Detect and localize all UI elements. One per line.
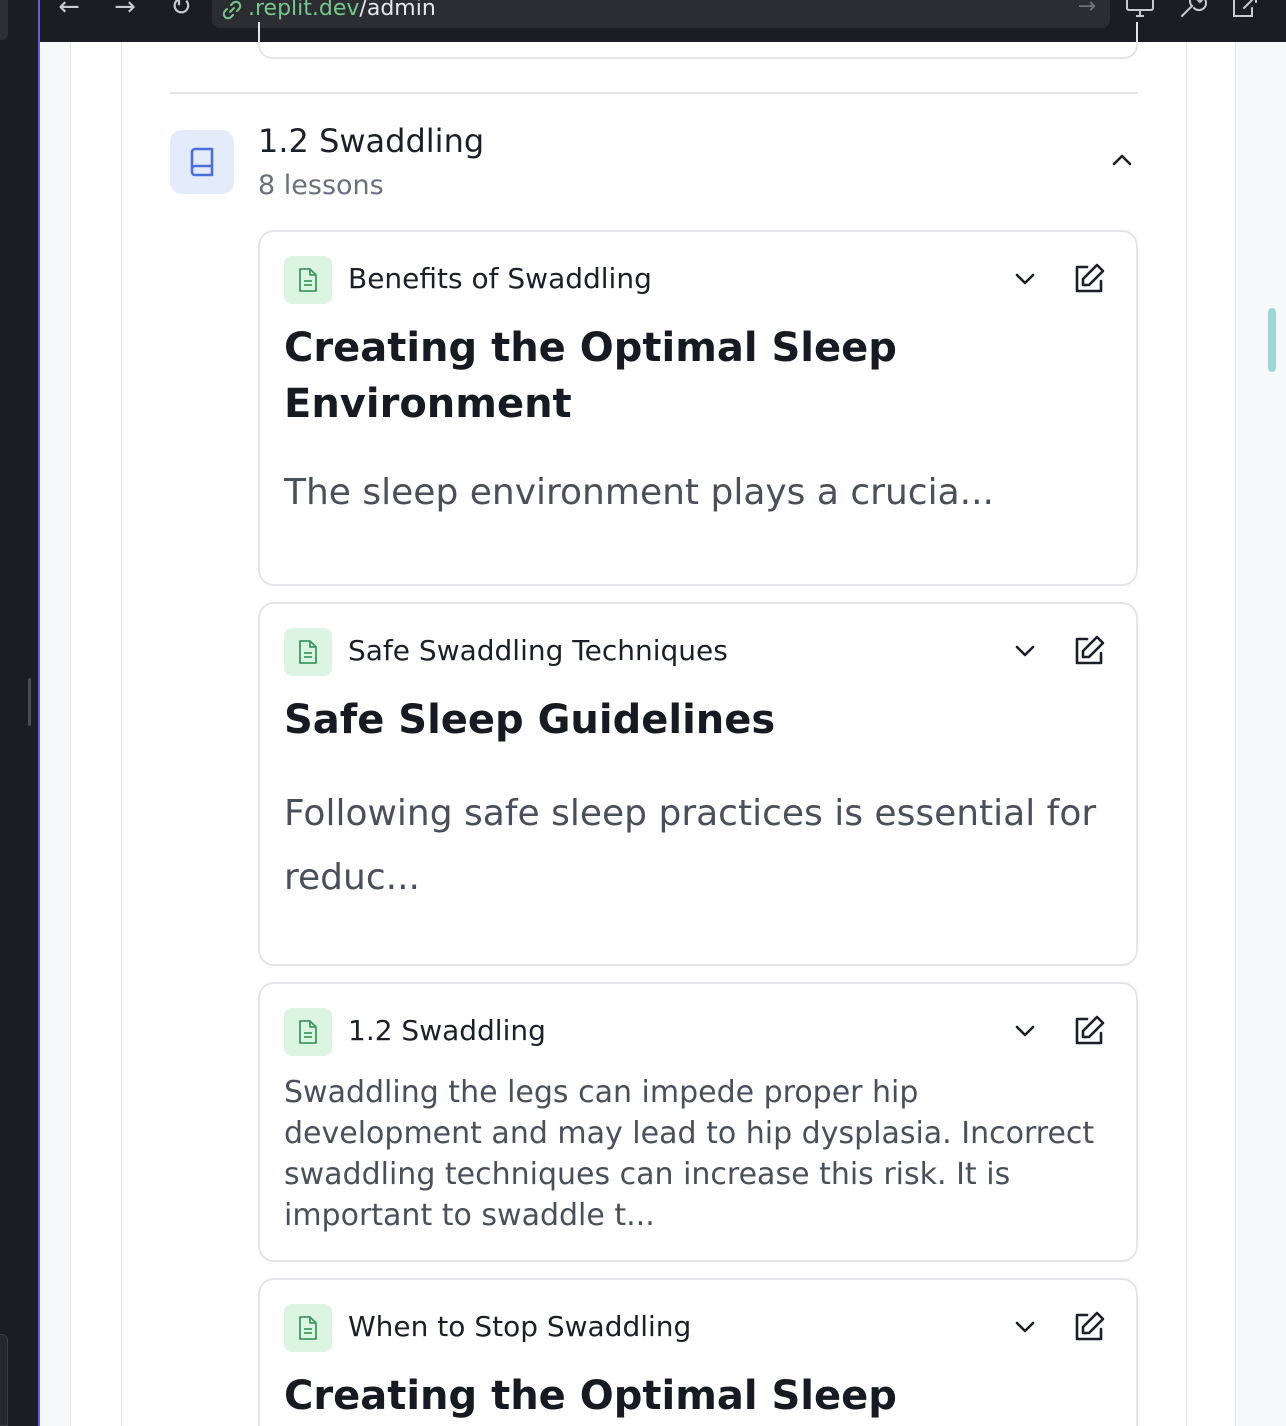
- document-icon: [299, 268, 317, 292]
- chevron-up-icon[interactable]: [1106, 148, 1138, 172]
- chevron-down-icon[interactable]: [1012, 1020, 1038, 1042]
- lesson-heading: Creating the Optimal Sleep Environment: [284, 325, 897, 427]
- lesson-body: The sleep environment plays a crucia...: [284, 472, 994, 513]
- lesson-heading: Creating the Optimal Sleep: [284, 1373, 897, 1419]
- course-content-card: 1.2 Swaddling 8 lessons Benefits of Swad…: [121, 22, 1187, 1426]
- lesson-title: 1.2 Swaddling: [348, 1014, 546, 1047]
- back-icon[interactable]: ←: [52, 0, 86, 24]
- lesson-card[interactable]: Safe Swaddling Techniques Safe Sleep Gui…: [258, 602, 1138, 966]
- scrollbar[interactable]: [1268, 308, 1276, 372]
- chevron-down-icon[interactable]: [1012, 268, 1038, 290]
- lesson-title: Benefits of Swaddling: [348, 262, 652, 295]
- book-icon: [190, 147, 214, 177]
- panel-tab: [0, 0, 8, 40]
- chevron-down-icon[interactable]: [1012, 640, 1038, 662]
- lesson-card[interactable]: When to Stop Swaddling Creating the Opti…: [258, 1278, 1138, 1426]
- lesson-heading: Safe Sleep Guidelines: [284, 697, 776, 743]
- lesson-body: Following safe sleep practices is essent…: [284, 793, 1097, 898]
- module-lesson-count: 8 lessons: [258, 170, 384, 201]
- module-divider: [170, 92, 1138, 94]
- link-icon: [222, 0, 242, 20]
- reload-icon[interactable]: ↻: [164, 0, 198, 24]
- document-icon-box: [284, 628, 332, 676]
- lesson-title: When to Stop Swaddling: [348, 1310, 692, 1343]
- lesson-title: Safe Swaddling Techniques: [348, 634, 728, 667]
- url-text: .replit.dev/admin: [248, 0, 436, 21]
- devices-icon[interactable]: [1124, 0, 1156, 20]
- lesson-card[interactable]: Benefits of Swaddling Creating the Optim…: [258, 230, 1138, 586]
- edit-icon[interactable]: [1072, 634, 1106, 668]
- document-icon-box: [284, 1008, 332, 1056]
- editor-left-panel: [0, 0, 38, 1426]
- go-icon[interactable]: →: [1078, 0, 1096, 19]
- edit-icon[interactable]: [1072, 1014, 1106, 1048]
- document-icon-box: [284, 1304, 332, 1352]
- module-book-icon-box: [170, 130, 234, 194]
- edit-icon[interactable]: [1072, 1310, 1106, 1344]
- module-title: 1.2 Swaddling: [258, 122, 485, 160]
- open-new-tab-icon[interactable]: [1230, 0, 1260, 20]
- document-icon: [299, 640, 317, 664]
- previous-lesson-card: [258, 22, 1138, 59]
- lesson-body: Swaddling the legs can impede proper hip…: [284, 1075, 1095, 1233]
- panel-tab: [0, 1334, 8, 1426]
- document-icon-box: [284, 256, 332, 304]
- resize-handle[interactable]: [28, 678, 31, 726]
- lesson-card[interactable]: 1.2 Swaddling Swaddling the legs can imp…: [258, 982, 1138, 1262]
- document-icon: [299, 1020, 317, 1044]
- forward-icon[interactable]: →: [108, 0, 142, 24]
- document-icon: [299, 1316, 317, 1340]
- admin-page: 1.2 Swaddling 8 lessons Benefits of Swad…: [70, 22, 1236, 1426]
- devtools-wrench-icon[interactable]: [1178, 0, 1208, 20]
- edit-icon[interactable]: [1072, 262, 1106, 296]
- chevron-down-icon[interactable]: [1012, 1316, 1038, 1338]
- webview-frame: ← → ↻ .replit.dev/admin → 1.2 Swaddling …: [38, 0, 1286, 1426]
